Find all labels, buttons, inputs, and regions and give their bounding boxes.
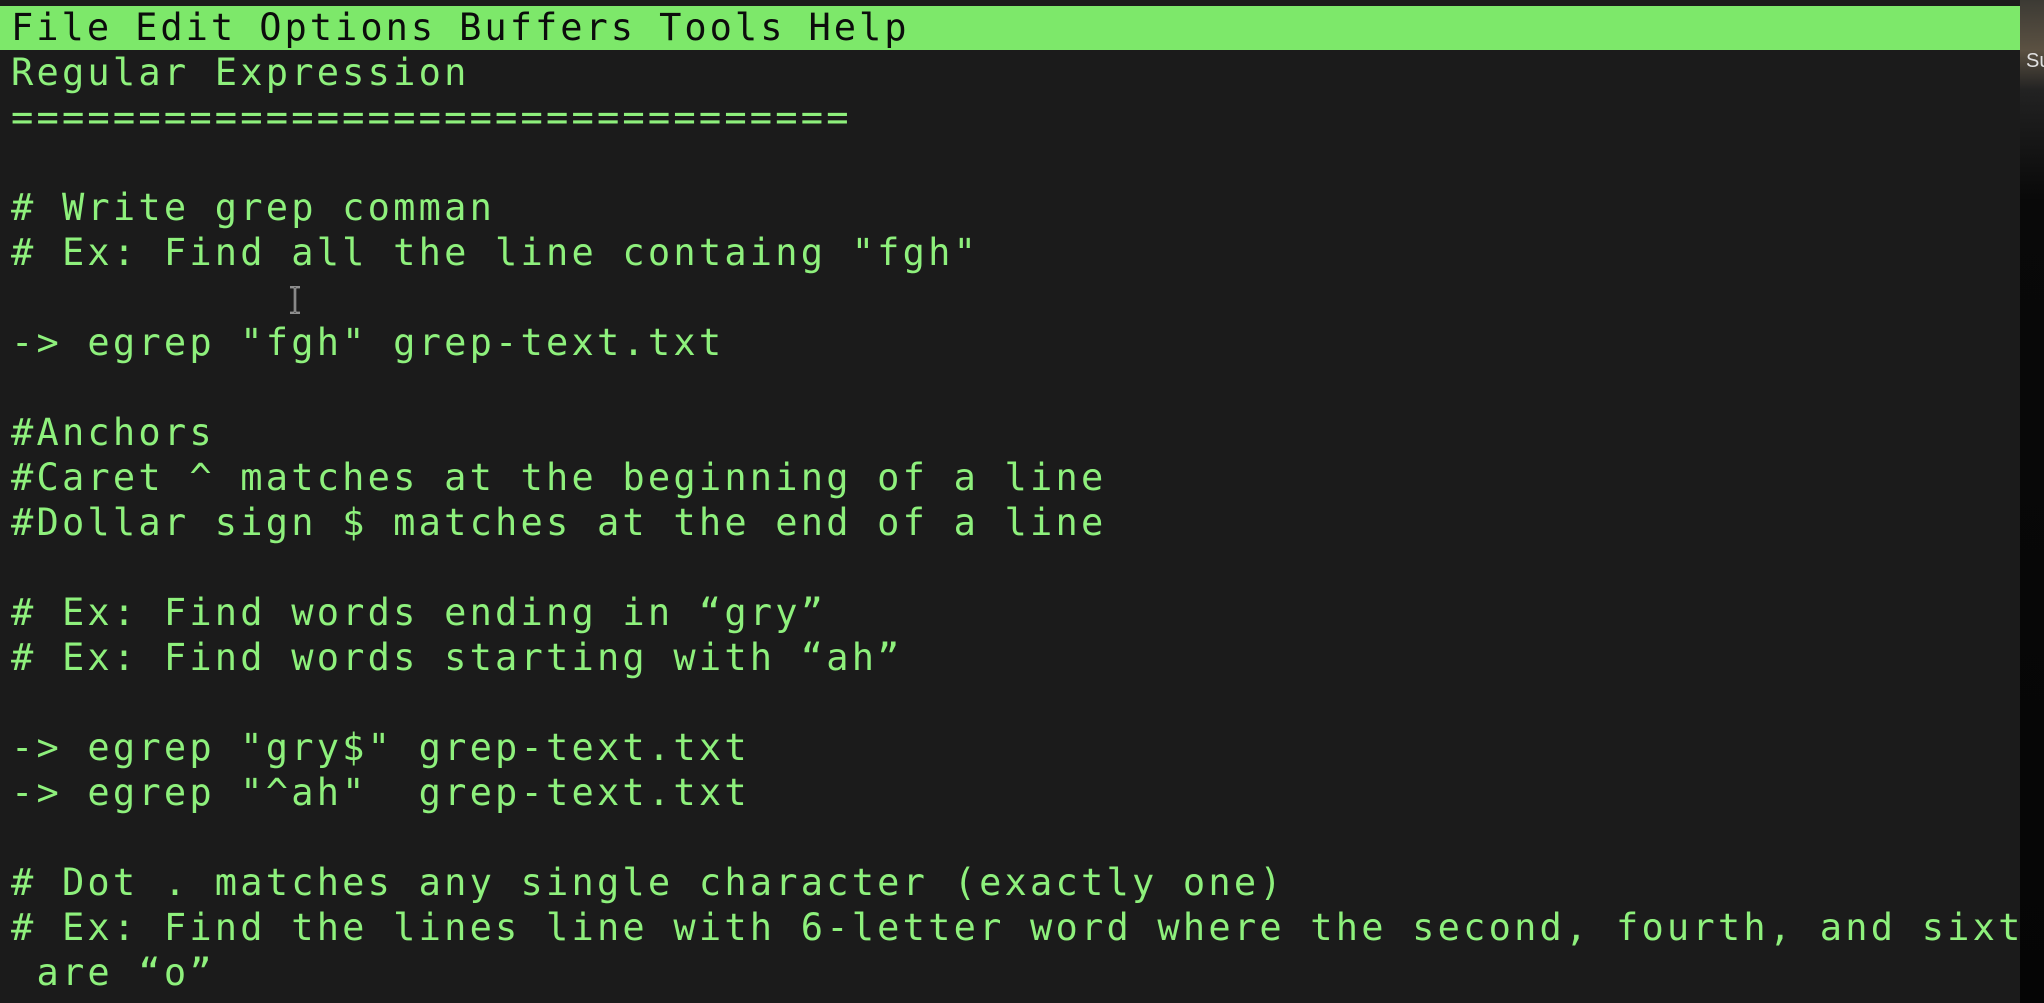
buffer-line-command: -> egrep "fgh" grep-text.txt [11,321,725,364]
buffer-line-blank [11,545,2020,590]
menu-edit[interactable]: Edit [135,6,236,50]
menu-bar: File Edit Options Buffers Tools Help [0,6,2020,50]
menu-tools[interactable]: Tools [659,6,785,50]
buffer-line-comment: #Anchors [11,411,215,454]
buffer-line-comment: # Write grep comman [11,186,496,229]
buffer-line-command: -> egrep "gry$" grep-text.txt [11,726,750,769]
buffer-line-blank [11,140,2020,185]
menu-file[interactable]: File [11,6,112,50]
buffer-line-blank [11,365,2020,410]
buffer-line-underline: ================================= [11,96,852,139]
buffer-line-comment: # Ex: Find all the line containg "fgh" [11,231,980,274]
buffer-line-comment: #Caret ^ matches at the beginning of a l… [11,456,1107,499]
buffer-line-blank [11,275,2020,320]
buffer-line-command: -> egrep "^ah" grep-text.txt [11,771,750,814]
menu-options[interactable]: Options [259,6,436,50]
buffer-line-comment: # Ex: Find words starting with “ah” [11,636,903,679]
background-window-text: Su [2026,50,2044,72]
buffer-line-comment: # Dot . matches any single character (ex… [11,861,1285,904]
menu-buffers[interactable]: Buffers [459,6,636,50]
buffer-line-comment: # Ex: Find the lines line with 6-letter … [11,906,2020,949]
i-beam-cursor-icon [290,286,300,314]
buffer-line-blank [11,680,2020,725]
menu-help[interactable]: Help [808,6,909,50]
buffer-line-continuation: are “o” [11,951,215,994]
background-window-edge [2020,0,2044,1003]
buffer-line-comment: #Dollar sign $ matches at the end of a l… [11,501,1107,544]
buffer-line-blank [11,815,2020,860]
editor-buffer[interactable]: Regular Expression =====================… [11,50,2020,995]
emacs-terminal-window[interactable]: File Edit Options Buffers Tools Help Reg… [0,0,2020,1003]
buffer-line-comment: # Ex: Find words ending in “gry” [11,591,827,634]
buffer-line-title: Regular Expression [11,51,470,94]
